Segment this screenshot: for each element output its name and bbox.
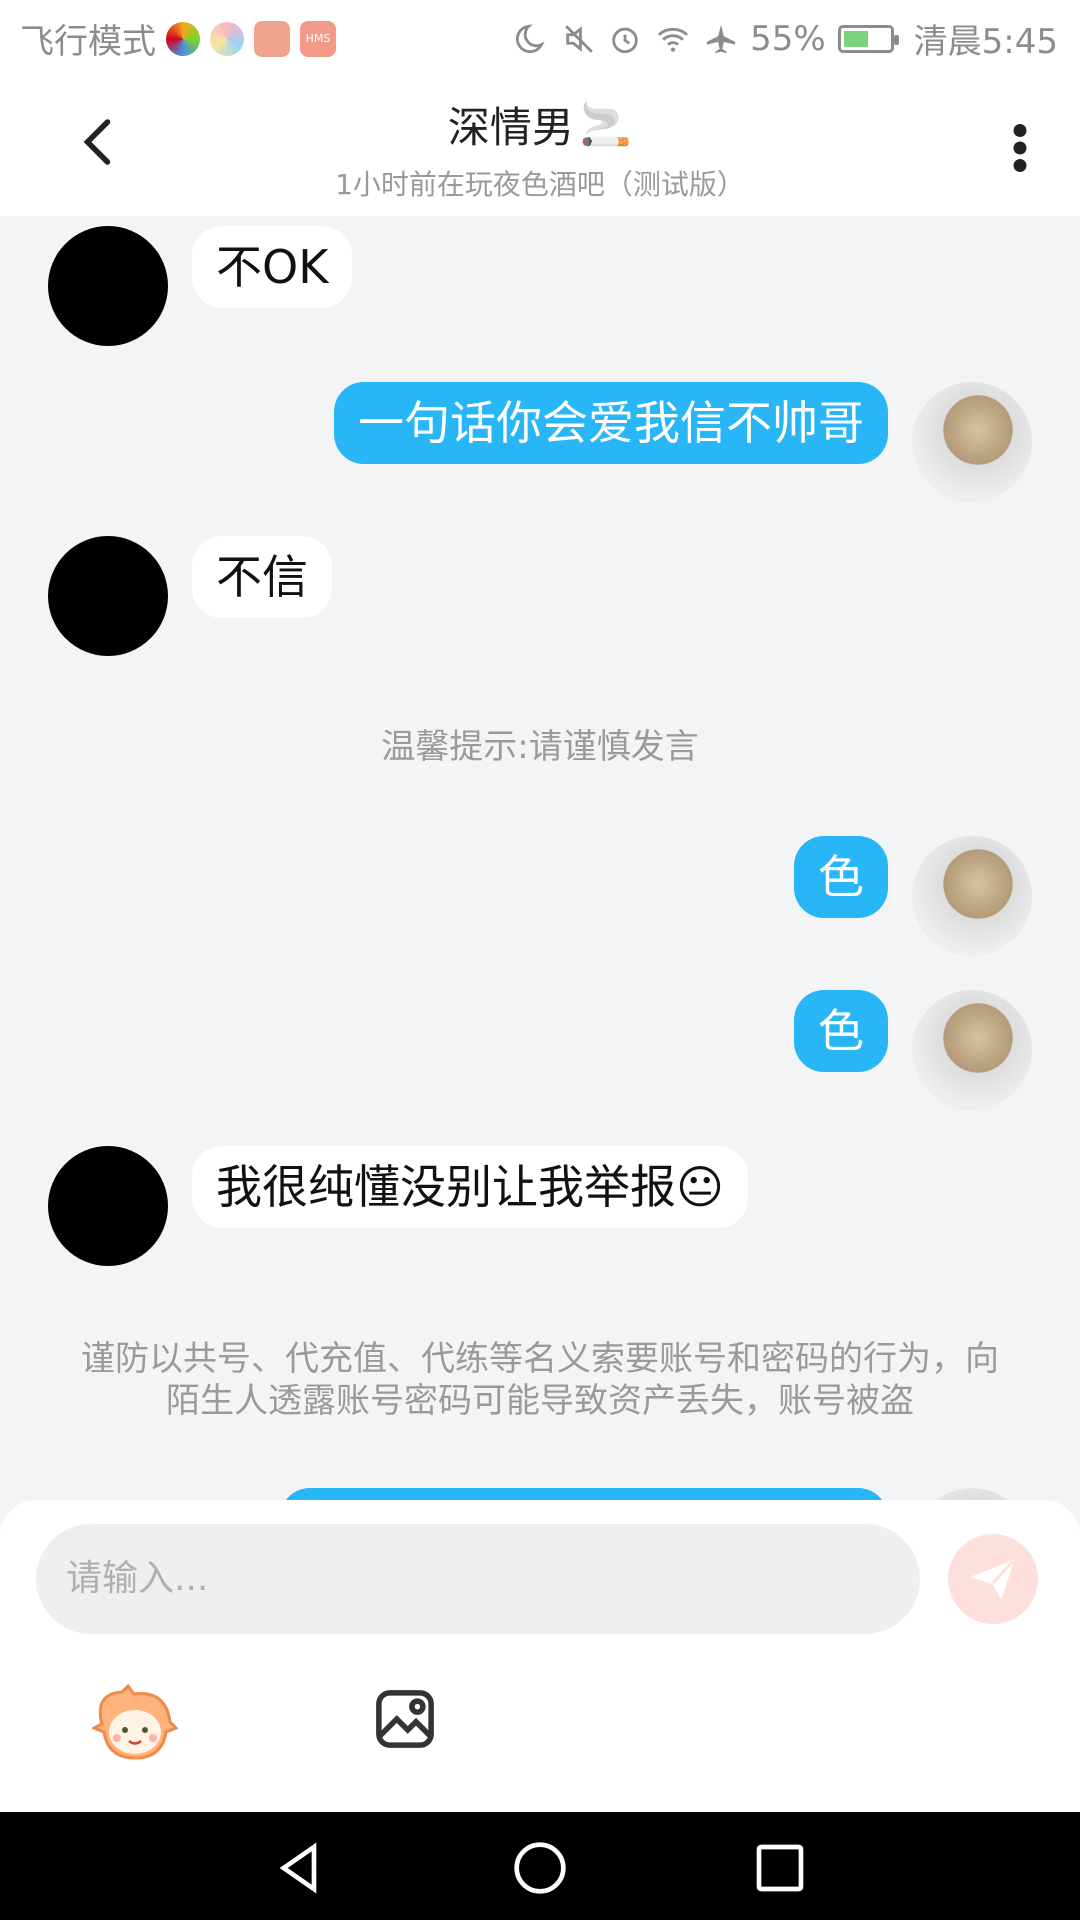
- last-seen-status: 1小时前在玩夜色酒吧（测试版）: [335, 168, 745, 201]
- battery-icon: [837, 24, 899, 53]
- emoji-face-icon: [90, 1683, 179, 1760]
- circle-home-icon: [514, 1842, 566, 1894]
- app-icon: [254, 20, 290, 57]
- security-notice: 谨防以共号、代充值、代练等名义索要账号和密码的行为，向陌生人透露账号密码可能导致…: [81, 1339, 999, 1421]
- message-bubble[interactable]: 不OK: [192, 226, 353, 308]
- triangle-back-icon: [279, 1842, 317, 1894]
- emoji-button[interactable]: [90, 1683, 179, 1764]
- mute-icon: [565, 24, 593, 53]
- user-avatar[interactable]: [912, 836, 1032, 956]
- cigarette-icon: 🚬: [579, 99, 633, 149]
- app-icon: [166, 21, 200, 56]
- contact-avatar[interactable]: [48, 536, 168, 656]
- send-icon: [969, 1559, 1015, 1600]
- message-input[interactable]: 请输入...: [36, 1524, 920, 1634]
- airplane-icon: [706, 24, 736, 53]
- more-vertical-icon: [1013, 124, 1027, 172]
- composer: 请输入...: [0, 1500, 1080, 1812]
- app-icon: [210, 21, 244, 56]
- moon-icon: [516, 23, 545, 53]
- user-avatar[interactable]: [912, 1488, 1032, 1500]
- user-avatar[interactable]: [912, 382, 1032, 502]
- warning-notice: 温馨提示:请谨慎发言: [381, 727, 699, 767]
- status-bar: 飞行模式 HMS 55% 清晨5:45: [0, 0, 1080, 74]
- nav-recents-button[interactable]: [752, 1840, 808, 1896]
- contact-name: 深情男 🚬: [448, 94, 632, 155]
- title-text: 深情男: [447, 103, 574, 152]
- airplane-mode-label: 飞行模式: [20, 22, 156, 62]
- message-bubble[interactable]: 色: [794, 836, 888, 918]
- image-icon: [376, 1690, 434, 1748]
- message-bubble[interactable]: 我很纯懂没别让我举报😐: [192, 1146, 748, 1228]
- message-bubble[interactable]: 一句话你会爱我信不帅哥: [334, 382, 888, 464]
- wifi-icon: [657, 27, 689, 52]
- system-nav-bar: [0, 1812, 1080, 1920]
- clock: 清晨5:45: [913, 22, 1058, 62]
- alarm-icon: [612, 27, 638, 53]
- image-button[interactable]: [372, 1686, 438, 1752]
- hms-icon: HMS: [300, 20, 336, 57]
- contact-avatar[interactable]: [48, 1146, 168, 1266]
- message-bubble[interactable]: 不信: [192, 536, 332, 618]
- message-list[interactable]: 不OK 一句话你会爱我信不帅哥 不信 温馨提示:请谨慎发言 色 色 我很纯懂没别…: [0, 216, 1080, 1500]
- nav-home-button[interactable]: [512, 1840, 568, 1896]
- user-avatar[interactable]: [912, 990, 1032, 1110]
- message-bubble-partial[interactable]: [280, 1488, 888, 1500]
- nav-back-button[interactable]: [272, 1840, 328, 1896]
- contact-avatar[interactable]: [48, 226, 168, 346]
- more-options-button[interactable]: [1000, 118, 1040, 178]
- chat-header: 深情男 🚬 1小时前在玩夜色酒吧（测试版）: [0, 74, 1080, 216]
- message-bubble[interactable]: 色: [794, 990, 888, 1072]
- send-button[interactable]: [948, 1534, 1038, 1624]
- battery-percent: 55%: [750, 18, 826, 59]
- square-recents-icon: [756, 1844, 804, 1892]
